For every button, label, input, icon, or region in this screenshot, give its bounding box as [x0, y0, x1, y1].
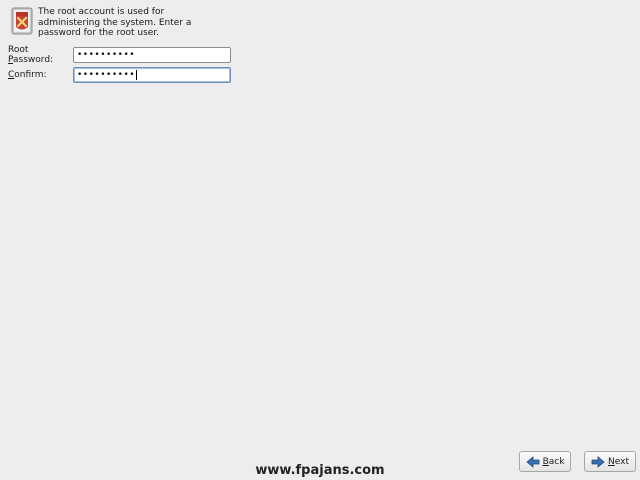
confirm-row: Confirm: ••••••••••: [8, 67, 231, 83]
root-account-description: The root account is used for administeri…: [38, 7, 192, 38]
header: The root account is used for administeri…: [11, 7, 228, 39]
root-password-label: Root Password:: [8, 45, 54, 65]
confirm-password-value: ••••••••••: [77, 70, 136, 80]
confirm-password-input[interactable]: ••••••••••: [73, 67, 231, 83]
confirm-label: Confirm:: [8, 70, 47, 80]
root-password-value: ••••••••••: [77, 50, 136, 60]
root-user-icon: [11, 7, 33, 35]
text-caret: [136, 70, 138, 80]
watermark-text: www.fpajans.com: [255, 463, 385, 478]
root-password-input[interactable]: ••••••••••: [73, 47, 231, 63]
root-password-row: Root Password: ••••••••••: [8, 45, 231, 65]
